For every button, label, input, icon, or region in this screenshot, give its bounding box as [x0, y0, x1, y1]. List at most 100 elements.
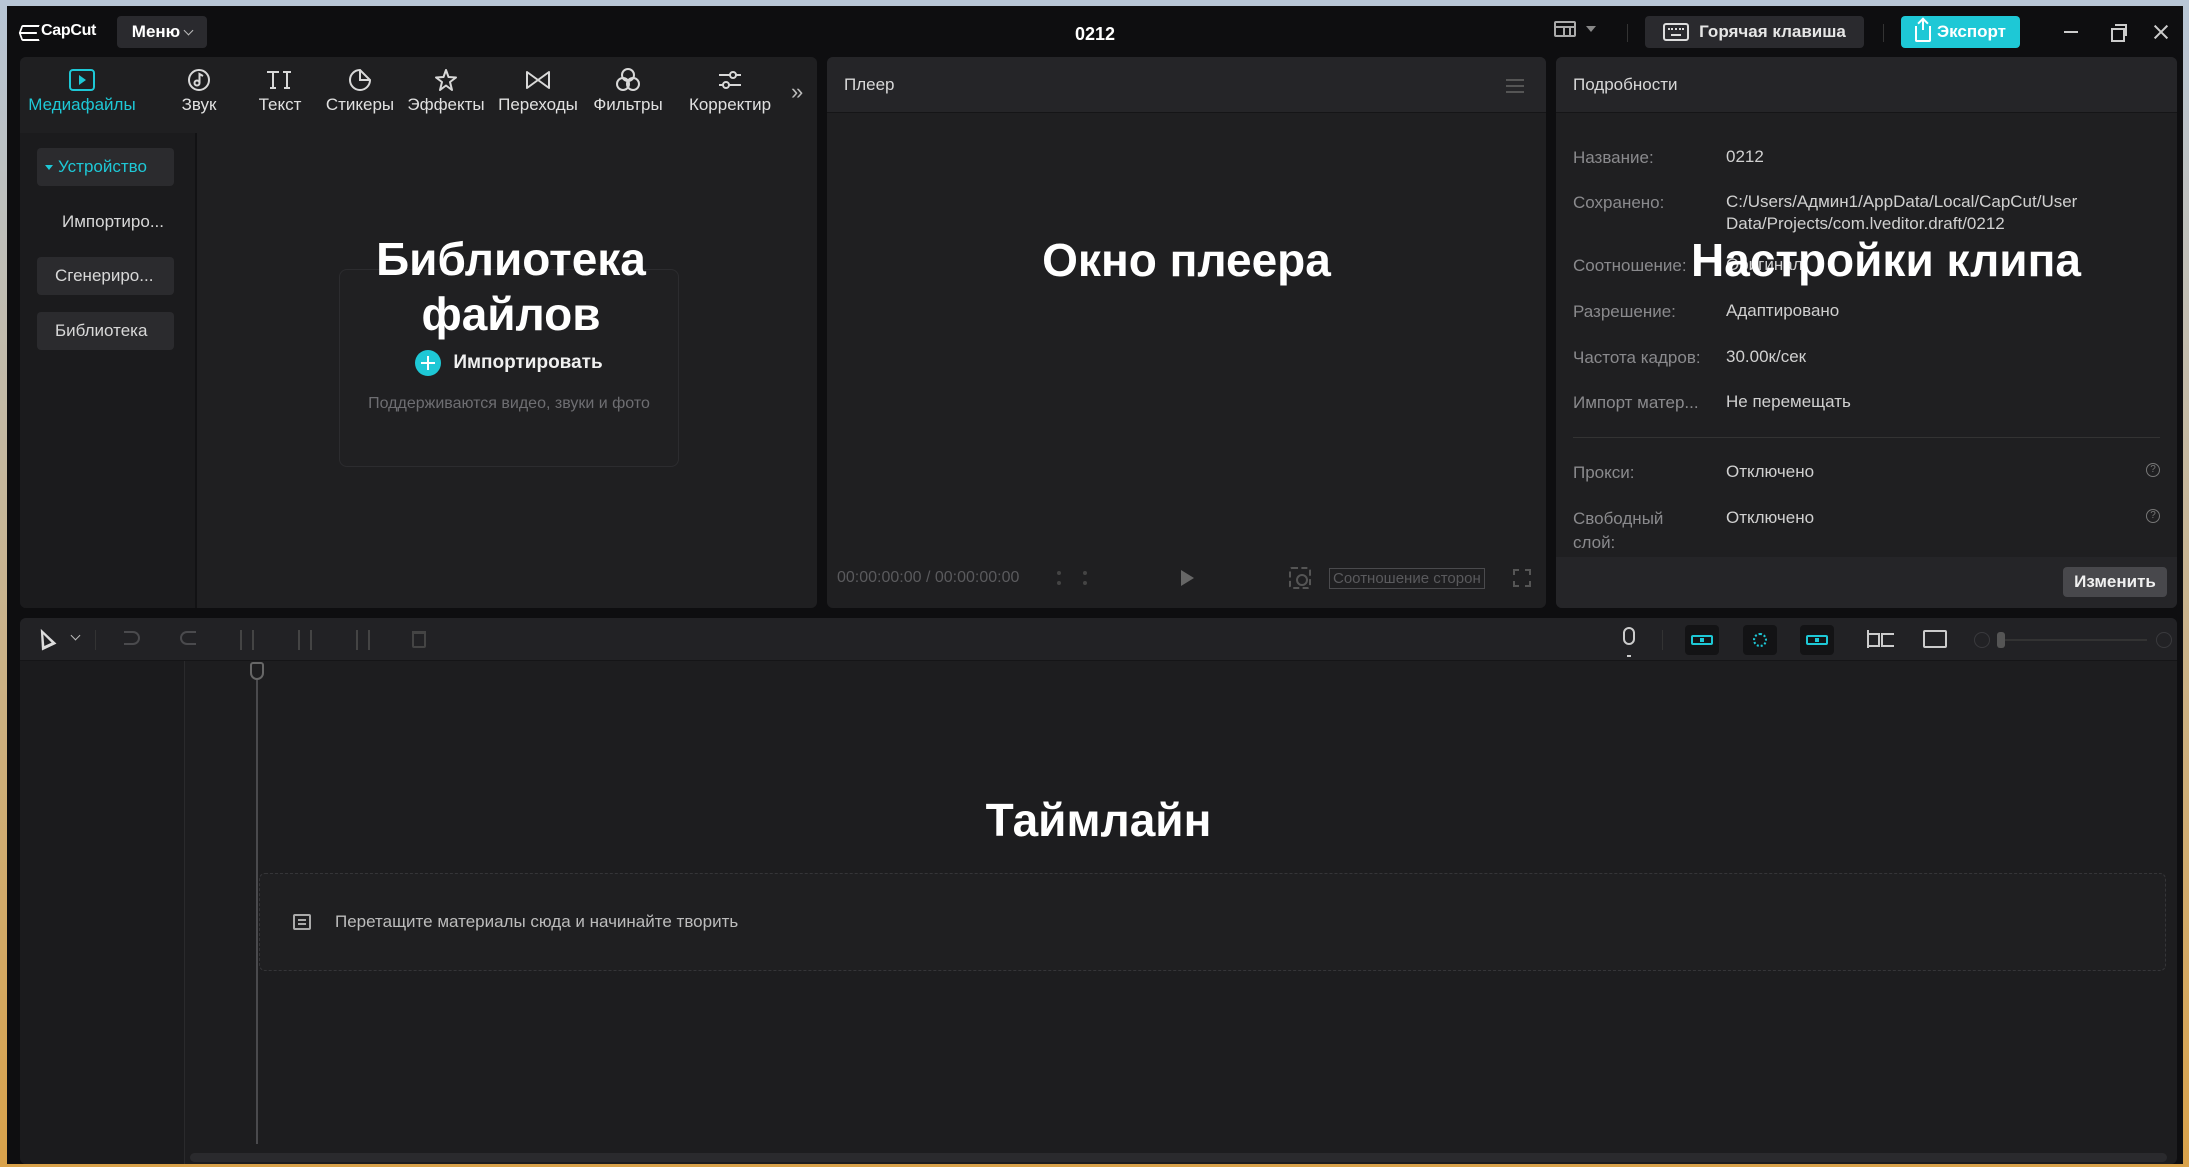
timeline-overlay-label: Таймлайн	[985, 794, 1212, 846]
delete-icon[interactable]	[412, 631, 426, 648]
media-library-panel: Медиафайлы Звук Текст Стикеры Эффекты Пе…	[20, 57, 817, 608]
play-icon[interactable]	[1181, 570, 1194, 586]
tab-label: Переходы	[498, 95, 578, 114]
zoom-in-icon[interactable]	[2156, 632, 2172, 648]
detail-key: Частота кадров:	[1573, 348, 1701, 367]
details-footer: Изменить	[1556, 557, 2177, 608]
focus-icon[interactable]	[1289, 567, 1311, 589]
sidebar-item-imported[interactable]: Импортиро...	[37, 203, 174, 241]
timeline-toolbar	[20, 618, 2177, 661]
split-right-icon[interactable]	[356, 630, 370, 650]
app-name: CapCut	[41, 22, 97, 39]
detail-value: Отключено	[1726, 462, 1815, 481]
preview-window-icon[interactable]	[1923, 630, 1947, 648]
chevron-down-icon	[1586, 26, 1596, 32]
restore-icon[interactable]	[2107, 22, 2127, 42]
timeline-panel: Таймлайн Перетащите материалы сюда и нач…	[20, 618, 2177, 1164]
hotkey-button-label: Горячая клавиша	[1699, 22, 1846, 41]
transitions-icon	[493, 65, 583, 95]
tab-text[interactable]: Текст	[245, 65, 315, 129]
detail-value: 30.00к/сек	[1726, 347, 1807, 366]
auto-snap-toggle[interactable]	[1743, 625, 1777, 655]
select-cursor-icon[interactable]	[33, 625, 57, 651]
text-icon	[245, 65, 315, 95]
more-tabs-icon[interactable]: »	[791, 79, 803, 105]
help-icon[interactable]: ?	[2146, 509, 2160, 523]
horizontal-scrollbar[interactable]	[190, 1153, 2167, 1162]
waveform-icon[interactable]	[1057, 571, 1087, 585]
detail-key: Сохранено:	[1573, 193, 1665, 212]
tab-label: Фильтры	[593, 95, 663, 114]
menu-button-label: Меню	[131, 22, 181, 41]
tab-media[interactable]: Медиафайлы	[23, 65, 141, 129]
divider	[1573, 437, 2160, 438]
timeline-dropzone[interactable]: Перетащите материалы сюда и начинайте тв…	[259, 873, 2166, 971]
redo-icon[interactable]	[180, 631, 196, 645]
tab-stickers[interactable]: Стикеры	[320, 65, 400, 129]
tab-transitions[interactable]: Переходы	[493, 65, 583, 129]
sidebar-item-generated[interactable]: Сгенериро...	[37, 257, 174, 295]
title-bar: CapCut Меню 0212 Горячая клавиша Экспорт	[7, 6, 2183, 58]
tab-audio[interactable]: Звук	[164, 65, 234, 129]
hotkey-button[interactable]: Горячая клавиша	[1645, 16, 1864, 48]
main-track-magnet-toggle[interactable]	[1685, 625, 1719, 655]
split-left-icon[interactable]	[298, 630, 312, 650]
import-dropzone[interactable]: Импортировать Поддерживаются видео, звук…	[339, 269, 679, 467]
help-icon[interactable]: ?	[2146, 463, 2160, 477]
aspect-ratio-button[interactable]: Соотношение сторон	[1329, 567, 1485, 589]
film-icon	[293, 914, 311, 930]
split-icon[interactable]	[240, 630, 254, 650]
detail-value: C:/Users/Админ1/AppData/Local/CapCut/Use…	[1726, 192, 2078, 233]
dropzone-hint: Перетащите материалы сюда и начинайте тв…	[335, 912, 739, 931]
sidebar-item-device[interactable]: Устройство	[37, 148, 174, 186]
keyboard-icon	[1663, 23, 1690, 41]
import-button-label: Импортировать	[453, 352, 603, 373]
plus-icon	[415, 350, 442, 376]
playhead-line[interactable]	[256, 666, 258, 1144]
player-overlay-label: Окно плеера	[1042, 234, 1331, 286]
tab-filters[interactable]: Фильтры	[587, 65, 669, 129]
zoom-slider-handle[interactable]	[1997, 632, 2005, 648]
player-controls: 00:00:00:00 / 00:00:00:00 Соотношение ст…	[827, 548, 1546, 608]
tab-label: Текст	[258, 95, 302, 114]
tab-label: Медиафайлы	[28, 95, 136, 114]
tab-label: Эффекты	[407, 95, 485, 114]
snap-icon	[1753, 633, 1767, 647]
minimize-icon[interactable]	[2061, 22, 2081, 42]
detail-key: Соотношение:	[1573, 256, 1687, 275]
tab-effects[interactable]: Эффекты	[405, 65, 487, 129]
import-button[interactable]: Импортировать	[340, 350, 678, 376]
zoom-slider-track[interactable]	[1997, 639, 2147, 641]
playhead-handle[interactable]	[250, 662, 264, 680]
tab-label: Звук	[181, 95, 217, 114]
sticker-icon	[320, 65, 400, 95]
fullscreen-icon[interactable]	[1513, 569, 1531, 587]
sidebar-item-label: Библиотека	[55, 321, 148, 340]
timecode: 00:00:00:00 / 00:00:00:00	[837, 569, 1020, 586]
change-button[interactable]: Изменить	[2063, 567, 2167, 597]
microphone-icon[interactable]	[1623, 627, 1635, 657]
detail-key: Прокси:	[1573, 463, 1635, 482]
effects-icon	[405, 65, 487, 95]
tab-adjust[interactable]: Корректир	[675, 65, 785, 129]
divider	[1883, 24, 1884, 42]
layout-button[interactable]	[1554, 21, 1596, 37]
sidebar-item-library[interactable]: Библиотека	[37, 312, 174, 350]
sidebar-item-label: Сгенериро...	[55, 266, 154, 285]
chevron-down-icon[interactable]	[70, 630, 81, 641]
player-menu-icon[interactable]	[1506, 79, 1524, 93]
menu-button[interactable]: Меню	[117, 16, 207, 48]
close-icon[interactable]	[2151, 22, 2171, 42]
link-icon	[1806, 635, 1828, 645]
details-title: Подробности	[1573, 74, 1678, 94]
divider	[1627, 24, 1628, 42]
linkage-toggle[interactable]	[1800, 625, 1834, 655]
export-button[interactable]: Экспорт	[1901, 16, 2020, 48]
undo-icon[interactable]	[124, 631, 140, 645]
preview-axis-icon[interactable]	[1867, 630, 1894, 648]
detail-key: Свободный слой:	[1573, 509, 1664, 552]
zoom-out-icon[interactable]	[1974, 632, 1990, 648]
tab-label: Стикеры	[325, 95, 395, 114]
caret-down-icon	[45, 164, 53, 170]
sidebar-item-label: Импортиро...	[62, 212, 165, 231]
